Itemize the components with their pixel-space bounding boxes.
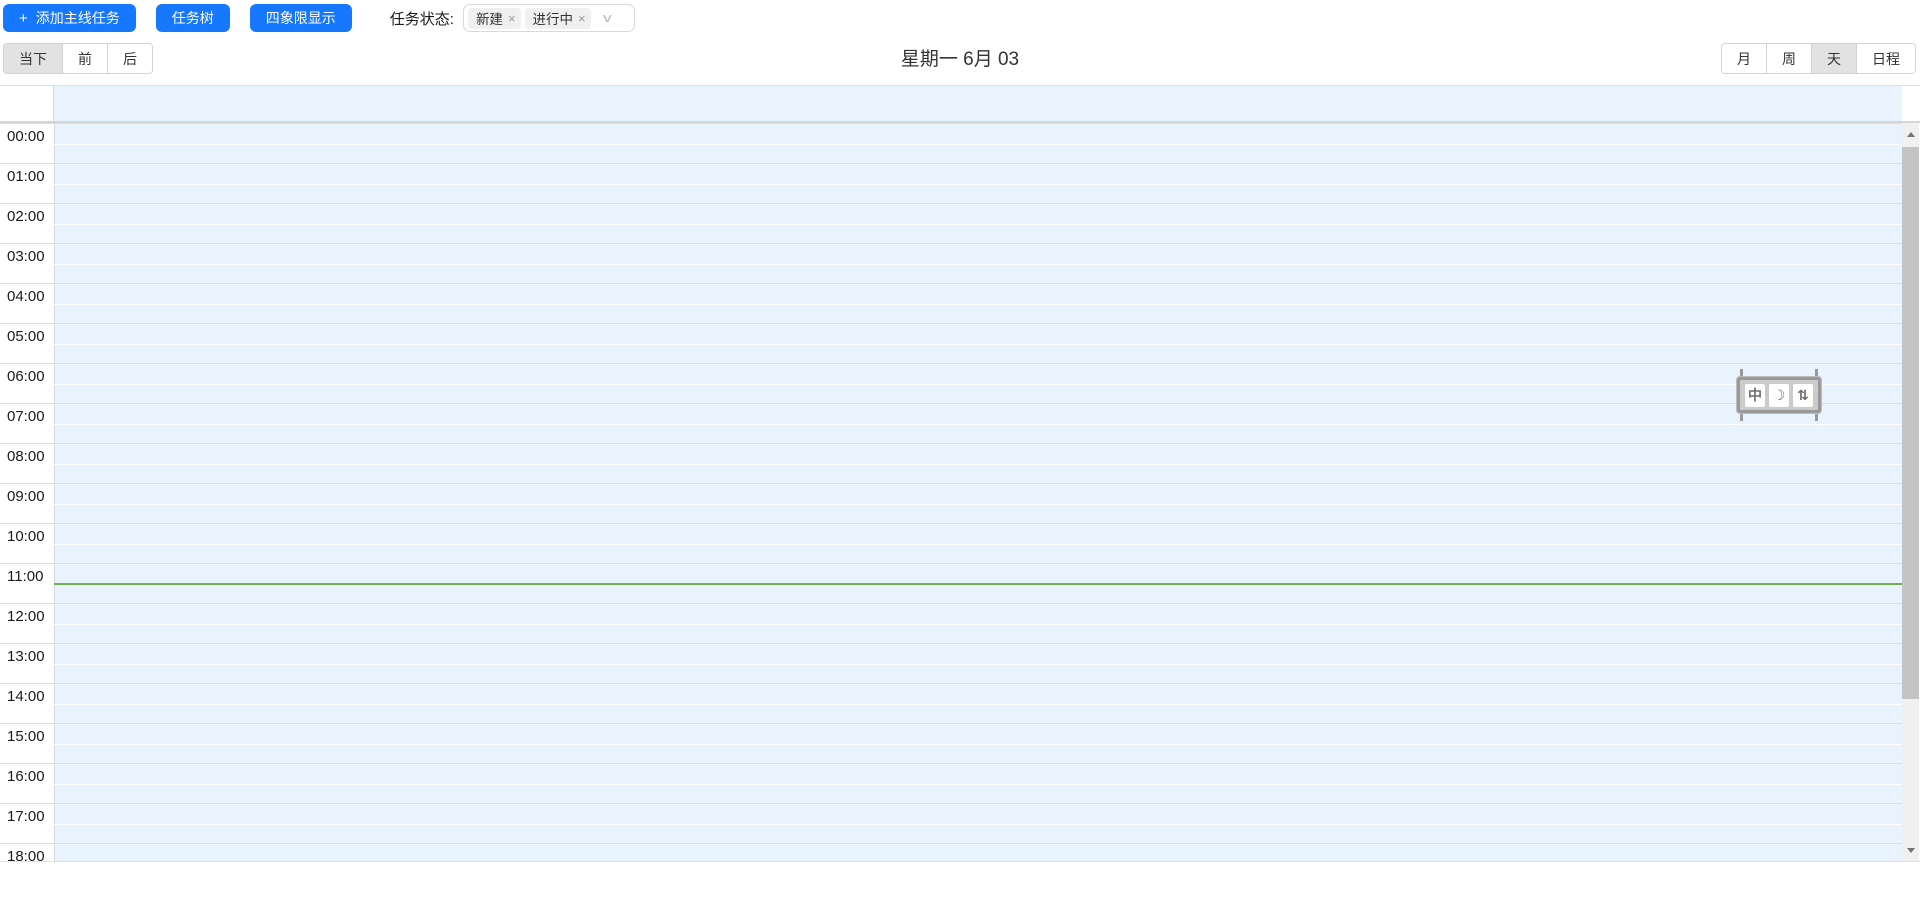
plus-icon: + xyxy=(19,9,28,27)
ime-moon-width-icon[interactable]: ☽ xyxy=(1769,383,1789,407)
allday-scrollbar-spacer xyxy=(1902,86,1920,121)
time-slot[interactable] xyxy=(54,844,1902,861)
view-button-group: 月 周 天 日程 xyxy=(1721,43,1916,74)
time-slot[interactable] xyxy=(54,284,1902,323)
remove-tag-new-icon[interactable]: × xyxy=(508,12,516,25)
toolbar: + 添加主线任务 任务树 四象限显示 任务状态: 新建 × 进行中 × ∨ xyxy=(0,0,1920,36)
time-label: 15:00 xyxy=(7,728,45,745)
chevron-down-icon: ∨ xyxy=(600,11,614,25)
time-label: 09:00 xyxy=(7,488,45,505)
calendar-header: 当下 前 后 星期一 6月 03 月 周 天 日程 xyxy=(0,36,1920,78)
hour-row: 04:00 xyxy=(0,283,1902,323)
time-slot[interactable] xyxy=(54,124,1902,163)
scroll-down-button[interactable] xyxy=(1902,839,1919,861)
time-label: 12:00 xyxy=(7,608,45,625)
time-slot[interactable] xyxy=(54,404,1902,443)
hour-row: 03:00 xyxy=(0,243,1902,283)
hour-row: 15:00 xyxy=(0,723,1902,763)
time-slot[interactable] xyxy=(54,724,1902,763)
hour-row: 17:00 xyxy=(0,803,1902,843)
task-calendar-app: + 添加主线任务 任务树 四象限显示 任务状态: 新建 × 进行中 × ∨ 当下… xyxy=(0,0,1920,911)
time-label: 04:00 xyxy=(7,288,45,305)
ime-chinese-mode-icon[interactable]: 中 xyxy=(1745,383,1765,407)
time-label: 13:00 xyxy=(7,648,45,665)
time-label: 17:00 xyxy=(7,808,45,825)
allday-lane[interactable] xyxy=(54,86,1902,121)
hour-row: 06:00 xyxy=(0,363,1902,403)
task-status-label: 任务状态: xyxy=(389,10,454,28)
scrollbar-thumb[interactable] xyxy=(1902,147,1919,699)
time-slot[interactable] xyxy=(54,364,1902,403)
remove-tag-inprogress-icon[interactable]: × xyxy=(578,12,586,25)
time-slot[interactable] xyxy=(54,684,1902,723)
view-day-button[interactable]: 天 xyxy=(1811,44,1856,73)
time-slot[interactable] xyxy=(54,204,1902,243)
vertical-scrollbar[interactable] xyxy=(1902,123,1919,861)
view-agenda-button[interactable]: 日程 xyxy=(1856,44,1915,73)
time-slot[interactable] xyxy=(54,324,1902,363)
view-week-button[interactable]: 周 xyxy=(1766,44,1811,73)
allday-gutter xyxy=(0,86,54,121)
time-slot[interactable] xyxy=(54,244,1902,283)
time-label: 11:00 xyxy=(7,568,44,585)
arrow-down-icon xyxy=(1906,847,1915,853)
time-label: 01:00 xyxy=(7,168,45,185)
time-label: 06:00 xyxy=(7,368,45,385)
time-label: 03:00 xyxy=(7,248,45,265)
status-tag-inprogress-label: 进行中 xyxy=(532,12,574,27)
hour-row: 12:00 xyxy=(0,603,1902,643)
time-slot[interactable] xyxy=(54,484,1902,523)
calendar-title: 星期一 6月 03 xyxy=(900,48,1020,70)
arrow-up-icon xyxy=(1906,131,1915,137)
hour-row: 16:00 xyxy=(0,763,1902,803)
time-grid: 00:00 01:00 02:00 03:00 04:00 05:00 06:00 07:00… xyxy=(0,123,1920,862)
time-label: 08:00 xyxy=(7,448,45,465)
ime-punctuation-icon[interactable]: ⇅ xyxy=(1793,383,1813,407)
task-tree-button[interactable]: 任务树 xyxy=(155,4,230,32)
hour-row: 01:00 xyxy=(0,163,1902,203)
hour-row: 10:00 xyxy=(0,523,1902,563)
view-month-button[interactable]: 月 xyxy=(1722,44,1766,73)
time-slot[interactable] xyxy=(54,604,1902,643)
allday-row xyxy=(0,85,1920,123)
time-label: 10:00 xyxy=(7,528,45,545)
time-slot[interactable] xyxy=(54,644,1902,683)
ime-toolbar: 中 ☽ ⇅ xyxy=(1733,369,1825,421)
hour-row: 08:00 xyxy=(0,443,1902,483)
time-slot[interactable] xyxy=(54,444,1902,483)
hour-row: 14:00 xyxy=(0,683,1902,723)
task-status-select[interactable]: 新建 × 进行中 × ∨ xyxy=(462,4,635,32)
now-indicator xyxy=(54,583,1902,585)
time-label: 14:00 xyxy=(7,688,45,705)
time-slot[interactable] xyxy=(54,764,1902,803)
status-tag-new: 新建 × xyxy=(467,7,521,29)
ime-frame: 中 ☽ ⇅ xyxy=(1737,377,1821,413)
time-label: 07:00 xyxy=(7,408,45,425)
hour-row: 05:00 xyxy=(0,323,1902,363)
time-label: 02:00 xyxy=(7,208,45,225)
hour-row: 09:00 xyxy=(0,483,1902,523)
time-label: 18:00 xyxy=(7,848,45,862)
time-rows: 00:00 01:00 02:00 03:00 04:00 05:00 06:00 07:00… xyxy=(0,123,1920,861)
time-slot[interactable] xyxy=(54,804,1902,843)
hour-row: 02:00 xyxy=(0,203,1902,243)
time-label: 00:00 xyxy=(7,128,45,145)
hour-row: 07:00 xyxy=(0,403,1902,443)
time-slot[interactable] xyxy=(54,524,1902,563)
status-tag-new-label: 新建 xyxy=(475,12,503,27)
add-main-task-button[interactable]: + 添加主线任务 xyxy=(3,4,136,32)
time-label: 05:00 xyxy=(7,328,45,345)
time-slot[interactable] xyxy=(54,164,1902,203)
add-main-task-label: 添加主线任务 xyxy=(35,10,120,26)
hour-row: 18:00 xyxy=(0,843,1902,862)
time-label: 16:00 xyxy=(7,768,45,785)
scroll-up-button[interactable] xyxy=(1902,123,1919,145)
quadrant-display-button[interactable]: 四象限显示 xyxy=(249,4,352,32)
status-tag-inprogress: 进行中 × xyxy=(524,7,591,29)
hour-row: 00:00 xyxy=(0,123,1902,163)
hour-row: 13:00 xyxy=(0,643,1902,683)
